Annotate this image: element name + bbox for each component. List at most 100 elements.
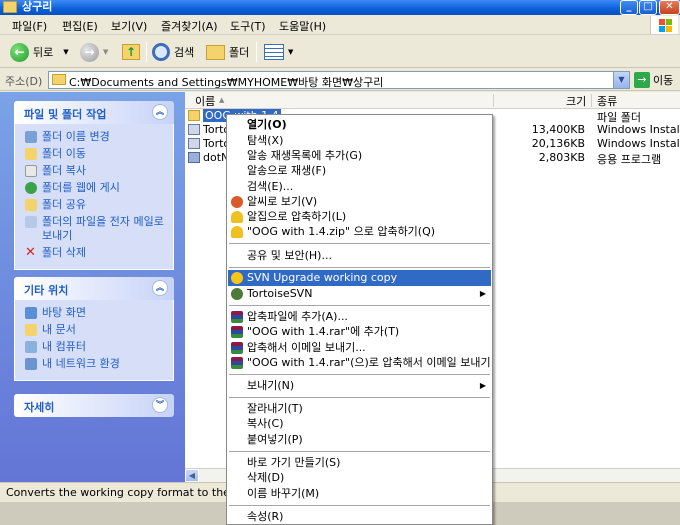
status-text: Converts the working copy format to the … (6, 486, 257, 499)
search-button[interactable]: 검색 (152, 40, 194, 64)
back-button[interactable]: ← 뒤로 ▼ (10, 40, 69, 64)
folder-icon (52, 74, 66, 85)
menu-item-rar-add-named[interactable]: "OOG with 1.4.rar"에 추가(T) (228, 324, 491, 340)
address-label: 주소(D) (5, 75, 43, 88)
menu-item-alsee-view[interactable]: 알씨로 보기(V) (228, 194, 491, 210)
menu-item-alsong-add[interactable]: 알송 재생목록에 추가(G) (228, 148, 491, 164)
window-title: 상구리 (22, 0, 53, 13)
menu-view[interactable]: 보기(V) (111, 18, 147, 34)
menu-item-alzip-compress[interactable]: 알집으로 압축하기(L) (228, 209, 491, 225)
context-menu: 열기(O) 탐색(X) 알송 재생목록에 추가(G) 알송으로 재생(F) 검색… (226, 114, 493, 525)
menu-item-send-to[interactable]: 보내기(N) ▶ (228, 378, 491, 394)
copy-icon (25, 165, 37, 177)
desktop-icon (25, 307, 37, 319)
place-desktop[interactable]: 바탕 화면 (25, 306, 173, 320)
submenu-arrow-icon: ▶ (479, 289, 486, 298)
column-divider[interactable] (591, 94, 592, 107)
menu-item-cut[interactable]: 잘라내기(T) (228, 401, 491, 417)
menu-item-rename[interactable]: 이름 바꾸기(M) (228, 486, 491, 502)
folders-button[interactable]: 폴더 (206, 40, 249, 64)
menu-item-delete[interactable]: 삭제(D) (228, 470, 491, 486)
file-size: 20,136KB (531, 137, 585, 150)
menu-item-zip-compress[interactable]: "OOG with 1.4.zip" 으로 압축하기(Q) (228, 224, 491, 240)
file-type: Windows Installe... (597, 137, 680, 150)
minimize-button[interactable]: _ (620, 0, 638, 15)
installer-icon (188, 138, 200, 149)
menu-item-copy[interactable]: 복사(C) (228, 416, 491, 432)
maximize-button[interactable]: □ (639, 0, 657, 15)
menu-item-properties[interactable]: 속성(R) (228, 509, 491, 525)
file-size: 2,803KB (538, 151, 585, 164)
forward-button[interactable]: → ▼ (80, 40, 108, 64)
place-my-computer[interactable]: 내 컴퓨터 (25, 340, 173, 354)
close-button[interactable]: ✕ (659, 0, 680, 15)
details-panel: 자세히 ︾ (14, 394, 174, 417)
panel-header[interactable]: 파일 및 폴더 작업 ︽ (14, 101, 174, 124)
menu-item-open[interactable]: 열기(O) (228, 117, 491, 133)
menu-item-rar-add[interactable]: 압축파일에 추가(A)... (228, 309, 491, 325)
menu-item-sharing-security[interactable]: 공유 및 보안(H)... (228, 248, 491, 264)
search-icon (152, 43, 170, 61)
up-button[interactable]: ↑ (122, 40, 140, 64)
panel-title: 자세히 (24, 401, 55, 414)
scroll-left-icon[interactable]: ◀ (185, 469, 199, 482)
menu-item-search[interactable]: 검색(E)... (228, 179, 491, 195)
forward-arrow-icon: → (80, 42, 99, 62)
task-copy-folder[interactable]: 폴더 복사 (25, 164, 173, 178)
chevron-down-icon: ▼ (63, 48, 69, 56)
documents-icon (25, 324, 37, 336)
toolbar: ← 뒤로 ▼ → ▼ ↑ 검색 폴더 ▼ (0, 36, 680, 68)
winrar-icon (231, 311, 243, 323)
address-input[interactable]: C:₩Documents and Settings₩MYHOME₩바탕 화면₩상… (48, 71, 630, 89)
expand-icon[interactable]: ︾ (152, 397, 168, 413)
task-publish-web[interactable]: 폴더를 웹에 게시 (25, 181, 173, 195)
menu-bar: 파일(F) 편집(E) 보기(V) 즐겨찾기(A) 도구(T) 도움말(H) (0, 15, 680, 35)
menu-item-svn-upgrade[interactable]: SVN Upgrade working copy (228, 270, 491, 286)
collapse-icon[interactable]: ︽ (152, 280, 168, 296)
network-icon (25, 358, 37, 370)
menu-item-alsong-play[interactable]: 알송으로 재생(F) (228, 163, 491, 179)
column-type[interactable]: 종류 (597, 93, 617, 109)
menu-favorites[interactable]: 즐겨찾기(A) (161, 18, 218, 34)
column-name[interactable]: 이름 (195, 93, 215, 109)
menu-item-rar-email-named[interactable]: "OOG with 1.4.rar"(으)로 압축해서 이메일 보내기 (228, 355, 491, 371)
toolbar-separator (146, 42, 147, 62)
panel-header[interactable]: 자세히 ︾ (14, 394, 174, 417)
task-email-files[interactable]: 폴더의 파일을 전자 메일로 보내기 (25, 215, 173, 243)
column-size[interactable]: 크기 (566, 93, 586, 109)
delete-icon: ✕ (25, 245, 36, 260)
go-button[interactable]: → 이동 (634, 72, 673, 88)
rename-icon (25, 131, 37, 143)
panel-header[interactable]: 기타 위치 ︽ (14, 277, 174, 300)
menu-help[interactable]: 도움말(H) (279, 18, 326, 34)
views-button[interactable]: ▼ (264, 40, 293, 64)
collapse-icon[interactable]: ︽ (152, 104, 168, 120)
alsee-icon (231, 196, 243, 208)
place-network[interactable]: 내 네트워크 환경 (25, 357, 173, 371)
place-my-documents[interactable]: 내 문서 (25, 323, 173, 337)
task-rename-folder[interactable]: 폴더 이름 변경 (25, 130, 173, 144)
search-label: 검색 (174, 46, 195, 59)
task-delete-folder[interactable]: ✕ 폴더 삭제 (25, 246, 173, 260)
menu-item-create-shortcut[interactable]: 바로 가기 만들기(S) (228, 455, 491, 471)
menu-tools[interactable]: 도구(T) (230, 18, 266, 34)
menu-separator (229, 505, 490, 506)
task-move-folder[interactable]: 폴더 이동 (25, 147, 173, 161)
menu-item-explore[interactable]: 탐색(X) (228, 133, 491, 149)
menu-separator (229, 243, 490, 244)
panel-body: 바탕 화면 내 문서 내 컴퓨터 내 네트워크 환경 (14, 300, 174, 381)
chevron-down-icon[interactable]: ▼ (613, 72, 629, 88)
go-label: 이동 (653, 74, 674, 87)
folder-icon (188, 110, 200, 121)
panel-body: 폴더 이름 변경 폴더 이동 폴더 복사 폴더를 웹에 게시 폴더 공유 폴더의… (14, 124, 174, 270)
winrar-icon (231, 357, 243, 369)
menu-item-tortoisesvn[interactable]: TortoiseSVN ▶ (228, 286, 491, 302)
menu-item-paste[interactable]: 붙여넣기(P) (228, 432, 491, 448)
menu-file[interactable]: 파일(F) (12, 18, 47, 34)
menu-item-rar-email[interactable]: 압축해서 이메일 보내기... (228, 340, 491, 356)
column-divider[interactable] (493, 94, 494, 107)
menu-separator (229, 305, 490, 306)
menu-separator (229, 397, 490, 398)
menu-edit[interactable]: 편집(E) (62, 18, 98, 34)
task-share-folder[interactable]: 폴더 공유 (25, 198, 173, 212)
